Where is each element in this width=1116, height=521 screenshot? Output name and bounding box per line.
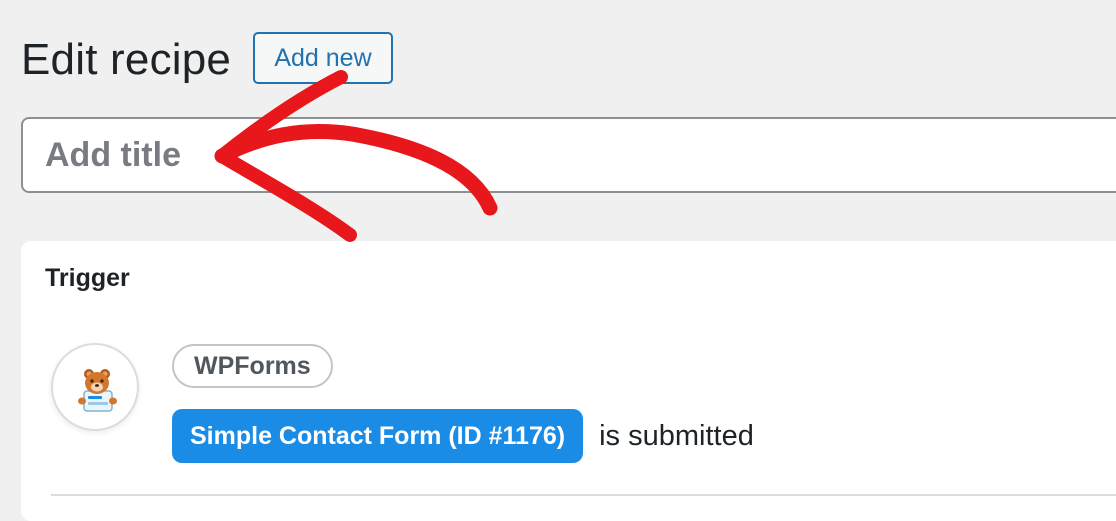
trigger-sentence: Simple Contact Form (ID #1176) is submitt… — [172, 409, 754, 463]
wpforms-avatar — [51, 343, 139, 431]
trigger-suffix: is submitted — [599, 420, 754, 452]
recipe-title-input[interactable] — [21, 117, 1116, 193]
wpforms-bear-icon — [78, 369, 117, 412]
trigger-heading: Trigger — [45, 264, 130, 292]
divider — [51, 494, 1116, 496]
page-title: Edit recipe — [21, 35, 232, 84]
form-token[interactable]: Simple Contact Form (ID #1176) — [172, 409, 584, 463]
integration-tag: WPForms — [172, 344, 333, 388]
add-new-button[interactable]: Add new — [253, 32, 393, 84]
trigger-panel: Trigger WPForms Simple Contact Form (ID … — [21, 241, 1116, 521]
